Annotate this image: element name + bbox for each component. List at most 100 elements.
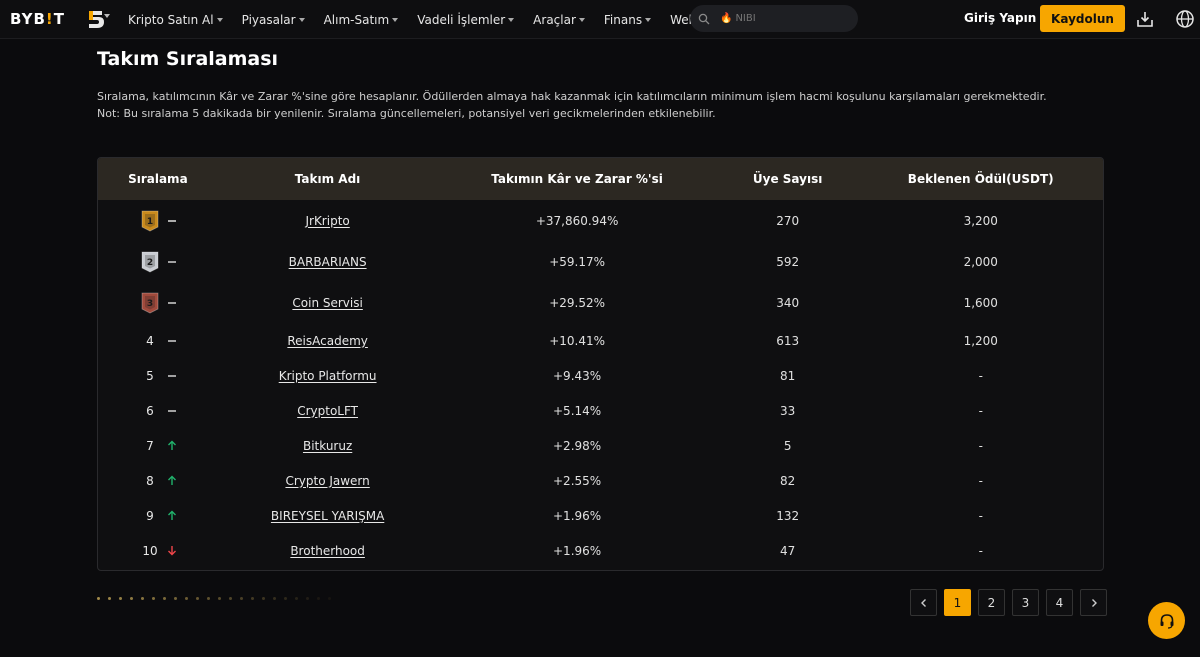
reward-cell: 3,200 [963, 213, 998, 228]
page-title: Takım Sıralaması [97, 48, 279, 70]
search-icon [698, 13, 710, 24]
prev-page-button[interactable] [910, 589, 937, 616]
page-button-4[interactable]: 4 [1046, 589, 1073, 616]
pnl-cell: +10.41% [549, 333, 605, 348]
leaderboard-table: Sıralama Takım Adı Takımın Kâr ve Zarar … [97, 157, 1104, 571]
team-name-link[interactable]: CryptoLFT [297, 404, 358, 418]
rank-cell: 8 [98, 474, 218, 488]
rank-unchanged-icon [166, 256, 178, 268]
rank-unchanged-icon [166, 370, 178, 382]
chevron-right-icon [1091, 598, 1097, 607]
rank-unchanged-icon [166, 405, 178, 417]
decorative-dot [185, 597, 188, 600]
decorative-dot [141, 597, 144, 600]
decorative-dot [240, 597, 243, 600]
table-row: 2 BARBARIANS +59.17% 592 2,000 [98, 241, 1103, 282]
rank-medal-number: 2 [147, 258, 153, 268]
menu-derivatives[interactable]: Vadeli İşlemler [417, 13, 515, 27]
support-chat-button[interactable] [1148, 602, 1185, 639]
rank-number: 4 [146, 333, 154, 348]
team-name-link[interactable]: Crypto Jawern [285, 474, 369, 488]
anniversary-5-icon[interactable] [85, 8, 107, 30]
page-button-3[interactable]: 3 [1012, 589, 1039, 616]
rank-unchanged-icon [166, 335, 178, 347]
members-cell: 81 [780, 368, 796, 383]
menu-tools[interactable]: Araçlar [533, 13, 585, 27]
fire-icon: 🔥 [720, 13, 733, 24]
chevron-down-icon [298, 18, 305, 22]
description-note: Not: Bu sıralama 5 dakikada bir yenileni… [97, 107, 716, 120]
rank-medal-icon: 2 [141, 251, 159, 272]
search-bar[interactable]: 🔥 [690, 5, 858, 32]
page-button-2[interactable]: 2 [978, 589, 1005, 616]
team-name-link[interactable]: JrKripto [305, 214, 349, 228]
decorative-dot [328, 597, 331, 600]
menu-markets[interactable]: Piyasalar [242, 13, 305, 27]
decorative-dot [207, 597, 210, 600]
decorative-dot [306, 597, 309, 600]
rank-unchanged-icon [166, 297, 178, 309]
search-input[interactable] [735, 13, 856, 24]
decorative-dot [218, 597, 221, 600]
rank-number: 9 [146, 508, 154, 523]
header-team-name: Takım Adı [294, 172, 361, 186]
rank-number: 5 [146, 368, 154, 383]
description-line: Sıralama, katılımcının Kâr ve Zarar %'si… [97, 90, 1047, 103]
decorative-dot [163, 597, 166, 600]
decorative-dot [196, 597, 199, 600]
team-name-link[interactable]: ReisAcademy [287, 334, 368, 348]
rank-number: 8 [146, 473, 154, 488]
login-button[interactable]: Giriş Yapın [964, 11, 1036, 25]
page-description: Sıralama, katılımcının Kâr ve Zarar %'si… [97, 88, 1047, 122]
team-name-cell: ReisAcademy [218, 334, 438, 348]
reward-cell: 1,600 [963, 295, 998, 310]
table-body: 1 JrKripto +37,860.94% 270 3,200 2 BARBARIANS +… [98, 200, 1103, 568]
menu-buy-crypto[interactable]: Kripto Satın Al [128, 13, 223, 27]
members-cell: 132 [776, 508, 800, 523]
arrow-up-icon [166, 510, 178, 522]
team-name-cell: Crypto Jawern [218, 474, 438, 488]
bybit-logo[interactable]: BYB!T [10, 10, 65, 28]
menu-finance[interactable]: Finans [604, 13, 652, 27]
globe-icon[interactable] [1175, 9, 1195, 29]
rank-medal-icon: 1 [141, 210, 159, 231]
chevron-left-icon [920, 598, 926, 607]
decorative-dot [174, 597, 177, 600]
decorative-dot [284, 597, 287, 600]
team-name-cell: Bitkuruz [218, 439, 438, 453]
reward-cell: - [978, 368, 983, 383]
members-cell: 592 [776, 254, 800, 269]
pnl-cell: +1.96% [553, 508, 602, 523]
page-button-1[interactable]: 1 [944, 589, 971, 616]
rank-number: 10 [142, 543, 158, 558]
members-cell: 82 [780, 473, 796, 488]
chevron-down-icon [508, 18, 515, 22]
decorative-dots [97, 597, 339, 600]
team-name-cell: BIREYSEL YARIŞMA [218, 509, 438, 523]
team-name-link[interactable]: Brotherhood [290, 544, 365, 558]
decorative-dot [229, 597, 232, 600]
next-page-button[interactable] [1080, 589, 1107, 616]
pnl-cell: +59.17% [549, 254, 605, 269]
team-name-link[interactable]: Kripto Platformu [279, 369, 377, 383]
decorative-dot [108, 597, 111, 600]
table-row: 9 BIREYSEL YARIŞMA +1.96% 132 - [98, 498, 1103, 533]
signup-button[interactable]: Kaydolun [1040, 5, 1125, 32]
pnl-cell: +5.14% [553, 403, 602, 418]
members-cell: 270 [776, 213, 800, 228]
arrow-up-icon [166, 475, 178, 487]
team-name-link[interactable]: BARBARIANS [289, 255, 367, 269]
arrow-up-icon [166, 440, 178, 452]
team-name-link[interactable]: Bitkuruz [303, 439, 352, 453]
table-row: 6 CryptoLFT +5.14% 33 - [98, 393, 1103, 428]
download-icon[interactable] [1135, 9, 1155, 29]
rank-cell: 6 [98, 404, 218, 418]
headset-icon [1160, 613, 1173, 629]
pnl-cell: +2.55% [553, 473, 602, 488]
team-name-link[interactable]: Coin Servisi [292, 296, 362, 310]
pagination: 1 2 3 4 [910, 589, 1114, 616]
team-name-link[interactable]: BIREYSEL YARIŞMA [271, 509, 384, 523]
reward-cell: - [978, 473, 983, 488]
pnl-cell: +29.52% [549, 295, 605, 310]
menu-trade[interactable]: Alım-Satım [324, 13, 399, 27]
